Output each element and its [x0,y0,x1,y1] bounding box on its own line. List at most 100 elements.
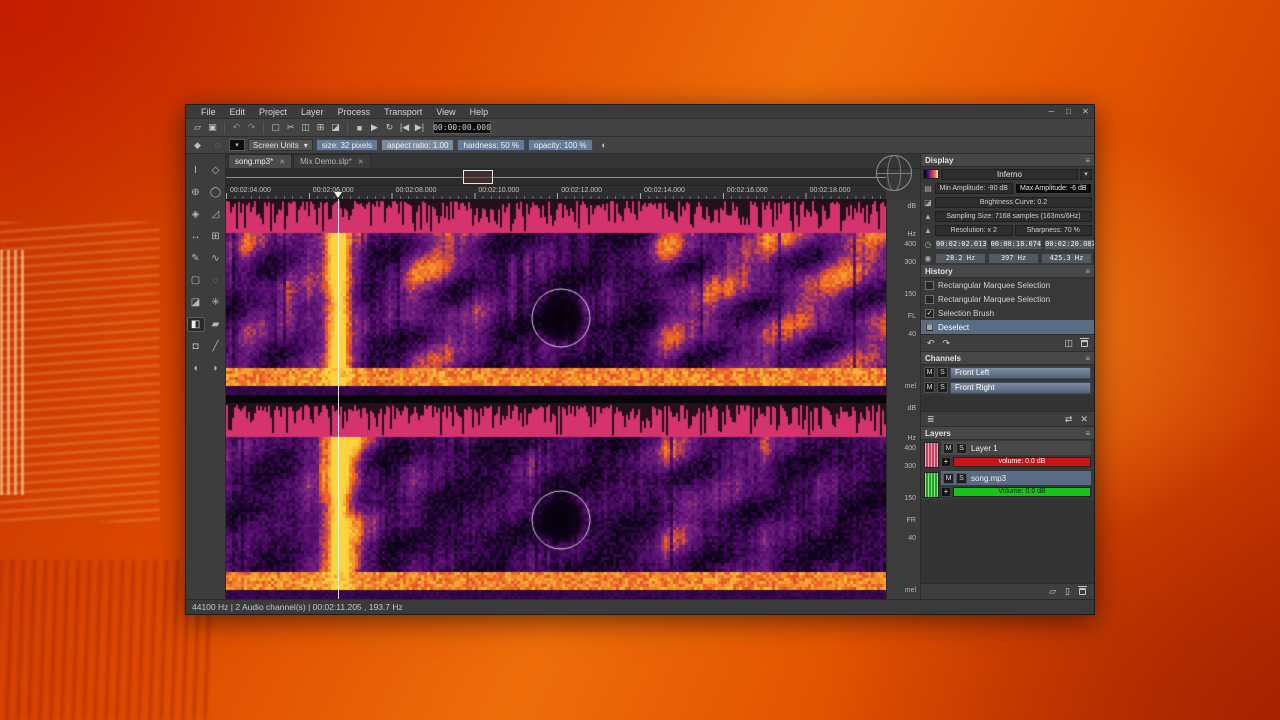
next-icon[interactable]: ▶| [412,121,427,135]
lasso-tool[interactable]: ◌ [207,273,225,288]
contrast-icon[interactable]: ◐ [596,138,613,152]
history-copy-icon[interactable]: ◫ [1064,338,1073,349]
measure-tool[interactable]: ◿ [207,207,225,222]
layer-thumbnail[interactable] [924,472,939,498]
history-item-selected[interactable]: ▦ Deselect [921,320,1094,334]
panel-menu-icon[interactable]: ≡ [1085,267,1090,276]
channels-list-icon[interactable]: ≣ [927,414,935,425]
layer-volume-bar[interactable]: Volume: 0.0 dB [953,487,1091,497]
menu-file[interactable]: File [194,107,223,117]
menu-view[interactable]: View [429,107,462,117]
overview-view-rect[interactable] [463,170,493,184]
colormap-swatch[interactable] [923,169,939,179]
min-amplitude-button[interactable]: Min Amplitude: -90 dB [935,183,1013,194]
brush-aspect-field[interactable]: aspect ratio: 1.00 [381,139,454,151]
swap-channels-icon[interactable]: ⇄ [1065,414,1073,425]
layer-name-row[interactable]: M S song.mp3 [941,471,1091,485]
previous-icon[interactable]: |◀ [397,121,412,135]
brush-hardness-field[interactable]: hardness: 50 % [457,139,525,151]
copy-icon[interactable]: ◫ [298,121,313,135]
time-selection-tool[interactable]: I [187,163,205,178]
navigation-sphere-icon[interactable] [876,155,912,191]
loop-icon[interactable]: ↻ [382,121,397,135]
zoom-tool[interactable]: ◯ [207,185,225,200]
max-amplitude-button[interactable]: Max Amplitude: -6 dB [1015,183,1093,194]
layer-name-row[interactable]: M S Layer 1 [941,441,1091,455]
layer-group-icon[interactable]: ▱ [1049,586,1056,597]
cube-tool[interactable]: ◈ [187,207,205,222]
mute-button[interactable]: M [924,382,935,393]
harmonic-pen-tool[interactable]: ∿ [207,251,225,266]
menu-help[interactable]: Help [463,107,496,117]
layer-expand-icon[interactable]: + [941,487,951,497]
history-checkbox[interactable] [925,295,934,304]
panel-menu-icon[interactable]: ≡ [1085,156,1090,165]
menu-project[interactable]: Project [252,107,294,117]
history-item[interactable]: Rectangular Marquee Selection [921,278,1094,292]
sampling-size-button[interactable]: Sampling Size: 7168 samples (163ms/6Hz) [935,211,1092,222]
menu-edit[interactable]: Edit [223,107,253,117]
play-icon[interactable]: ▶ [367,121,382,135]
frequency-mid-field[interactable]: 397 Hz [988,253,1039,264]
history-trash-icon[interactable] [1081,340,1088,347]
history-panel-header[interactable]: History ≡ [921,265,1094,278]
hand-tool[interactable]: ⊕ [187,185,205,200]
spectrogram-front-right[interactable] [226,403,886,599]
close-button[interactable]: ✕ [1077,107,1094,116]
history-item[interactable]: Rectangular Marquee Selection [921,292,1094,306]
layer-thumbnail[interactable] [924,442,939,468]
sharpness-button[interactable]: Sharpness: 70 % [1015,225,1093,236]
new-layer-icon[interactable]: ▯ [1065,586,1070,597]
move-tool[interactable]: ↔ [187,229,205,244]
timeline-ruler[interactable]: 00:02:04.00000:02:06.00000:02:08.00000:0… [226,186,886,199]
frequency-pen-tool[interactable]: ✎ [187,251,205,266]
layers-panel-header[interactable]: Layers ≡ [921,427,1094,440]
layer-expand-icon[interactable]: + [941,457,951,467]
solo-button[interactable]: S [956,443,967,454]
selection-end-field[interactable]: 00:02:20.087 [1044,239,1094,250]
eyedropper-icon[interactable]: ◆ [189,138,206,152]
close-tab-icon[interactable]: ✕ [279,158,285,166]
amplify-brush-tool[interactable]: ◖ [187,361,205,376]
clone-stamp-tool[interactable]: ◘ [187,339,205,354]
resolution-button[interactable]: Resolution: x 2 [935,225,1013,236]
paste-icon[interactable]: ⊞ [313,121,328,135]
history-checkbox[interactable]: ✓ [925,309,934,318]
solo-button[interactable]: S [956,473,967,484]
overview-navigator[interactable] [226,169,886,186]
open-icon[interactable]: ▱ [190,121,205,135]
maximize-button[interactable]: □ [1060,107,1077,116]
blur-tool[interactable]: ◗ [207,361,225,376]
solo-button[interactable]: S [937,382,948,393]
redo-icon[interactable]: ↷ [244,121,259,135]
spectrogram-front-left[interactable] [226,199,886,395]
display-panel-header[interactable]: Display ≡ [921,154,1094,167]
menu-transport[interactable]: Transport [377,107,429,117]
knife-tool[interactable]: ╱ [207,339,225,354]
panel-menu-icon[interactable]: ≡ [1085,354,1090,363]
save-icon[interactable]: ▣ [205,121,220,135]
split-channels-icon[interactable]: ✕ [1080,414,1088,425]
menu-layer[interactable]: Layer [294,107,331,117]
colormap-dropdown-icon[interactable]: ▾ [1080,169,1092,180]
minimize-button[interactable]: ─ [1043,107,1060,116]
rectangular-marquee-tool[interactable]: ▢ [187,273,205,288]
channel-front-right[interactable]: Front Right [950,382,1091,394]
selection-start-field[interactable]: 00:02:02.013 [935,239,988,250]
menu-process[interactable]: Process [331,107,378,117]
layer-row-selected[interactable]: M S song.mp3 + Volume: 0.0 dB [921,470,1094,500]
magic-wand-tool[interactable]: ✳ [207,295,225,310]
solo-button[interactable]: S [937,367,948,378]
stop-icon[interactable]: ■ [352,121,367,135]
cut-icon[interactable]: ✂ [283,121,298,135]
pencil-tool[interactable]: ▰ [207,317,225,332]
brush-opacity-field[interactable]: opacity: 100 % [528,139,592,151]
frequency-high-field[interactable]: 425.3 Hz [1041,253,1092,264]
selection-brush-tool[interactable]: ◪ [187,295,205,310]
mute-button[interactable]: M [943,473,954,484]
close-tab-icon[interactable]: ✕ [358,158,364,166]
history-redo-icon[interactable]: ↷ [943,338,951,349]
undo-icon[interactable]: ↶ [229,121,244,135]
history-undo-icon[interactable]: ↶ [927,338,935,349]
frequency-low-field[interactable]: 28.2 Hz [935,253,986,264]
